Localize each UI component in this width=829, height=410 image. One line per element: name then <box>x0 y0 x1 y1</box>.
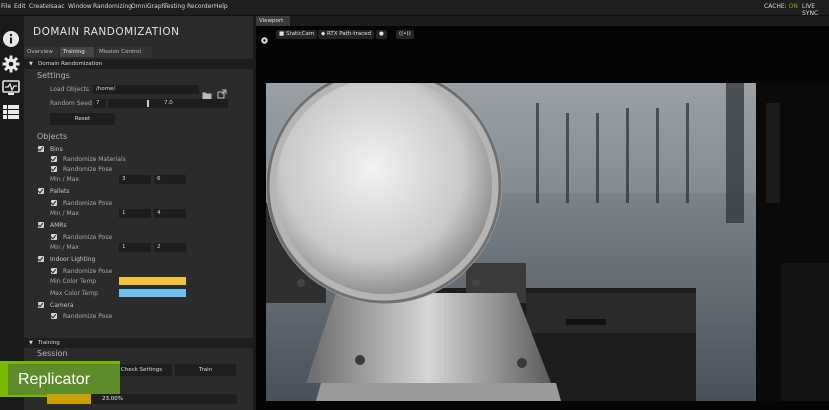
section-training-label: Training <box>38 340 60 346</box>
open-external-icon[interactable] <box>217 84 227 99</box>
render-mode-label: RTX Path-traced <box>326 31 372 37</box>
panel-title: DOMAIN RANDOMIZATION <box>33 26 180 38</box>
camera-randomize-pose-label: Randomize Pose <box>63 313 113 320</box>
camera-randomize-pose-checkbox[interactable] <box>51 313 57 319</box>
bins-randomize-materials-label: Randomize Materials <box>63 156 126 163</box>
random-seed-slider[interactable]: 7.0 <box>108 99 228 108</box>
slider-handle[interactable] <box>147 100 149 107</box>
domain-randomization-panel: DOMAIN RANDOMIZATION Overview Training M… <box>24 16 253 410</box>
bins-randomize-pose-label: Randomize Pose <box>63 166 113 173</box>
amrs-randomize-pose-label: Randomize Pose <box>63 234 113 241</box>
live-sync-button[interactable]: LIVE SYNC <box>802 3 829 17</box>
viewport-tab[interactable]: Viewport <box>256 16 290 26</box>
menu-edit[interactable]: Edit <box>14 3 26 10</box>
menu-help[interactable]: Help <box>214 3 228 10</box>
tab-overview[interactable]: Overview <box>24 47 58 57</box>
train-button[interactable]: Train <box>175 364 236 376</box>
min-color-temp-label: Min Color Temp <box>50 278 97 285</box>
render-mode-icon: ◆ <box>321 31 326 37</box>
menu-create[interactable]: Create <box>29 3 49 10</box>
training-progress-fill <box>47 394 91 404</box>
icon-sidebar <box>0 16 22 410</box>
viewport[interactable]: ■ StaticCam ◆ RTX Path-traced ● ((•)) <box>256 26 829 410</box>
gear-icon[interactable] <box>2 55 20 73</box>
menu-testing[interactable]: Testing <box>164 3 185 10</box>
section-domain-randomization[interactable]: ▼ Domain Randomization <box>24 59 253 69</box>
monitor-icon[interactable] <box>2 79 20 97</box>
cache-state: ON <box>788 3 798 10</box>
bins-minmax-label: Min / Max <box>50 176 79 183</box>
collapse-triangle-icon: ▼ <box>29 340 33 346</box>
tab-mission-control[interactable]: Mission Control <box>96 47 152 57</box>
lighting-randomize-pose-label: Randomize Pose <box>63 268 113 275</box>
menu-file[interactable]: File <box>1 3 11 10</box>
replicator-badge-label: Replicator <box>8 364 120 395</box>
pallets-checkbox[interactable] <box>38 188 44 194</box>
indoor-lighting-label: Indoor Lighting <box>50 256 96 263</box>
section-domain-randomization-label: Domain Randomization <box>38 61 103 67</box>
session-header: Session <box>37 349 68 358</box>
amrs-label: AMRs <box>50 222 67 229</box>
indoor-lighting-checkbox[interactable] <box>38 256 44 262</box>
settings-header: Settings <box>37 71 70 80</box>
camera-select-button[interactable]: ■ StaticCam <box>276 30 318 39</box>
camera-label: Camera <box>50 302 74 309</box>
lighting-randomize-pose-checkbox[interactable] <box>51 268 57 274</box>
menu-isaac[interactable]: Isaac <box>49 3 65 10</box>
random-seed-field[interactable]: 7 <box>93 99 106 108</box>
bins-checkbox[interactable] <box>38 146 44 152</box>
load-objects-path-field[interactable]: /home/ <box>93 85 199 94</box>
panel-tabs: Overview Training Mission Control <box>24 47 253 57</box>
render-mode-button[interactable]: ◆ RTX Path-traced <box>318 30 375 39</box>
cache-status: CACHE: ON <box>764 3 798 10</box>
bins-randomize-materials-checkbox[interactable] <box>51 156 57 162</box>
menu-recorder[interactable]: Recorder <box>187 3 214 10</box>
pallets-min-field[interactable]: 1 <box>119 209 151 218</box>
random-seed-slider-value: 7.0 <box>164 100 173 106</box>
load-objects-label: Load Objects <box>50 86 89 93</box>
amrs-max-field[interactable]: 2 <box>154 243 186 252</box>
info-icon[interactable] <box>2 30 20 48</box>
section-training[interactable]: ▼ Training <box>24 338 253 348</box>
reset-button[interactable]: Reset <box>50 113 115 125</box>
pallets-max-field[interactable]: 4 <box>154 209 186 218</box>
amrs-checkbox[interactable] <box>38 222 44 228</box>
camera-checkbox[interactable] <box>38 302 44 308</box>
amrs-minmax-label: Min / Max <box>50 244 79 251</box>
min-color-temp-swatch[interactable] <box>119 277 186 285</box>
folder-icon[interactable] <box>202 85 212 100</box>
grid-icon[interactable] <box>2 103 20 121</box>
bins-min-field[interactable]: 3 <box>119 175 151 184</box>
max-color-temp-label: Max Color Temp <box>50 290 98 297</box>
amrs-min-field[interactable]: 1 <box>119 243 151 252</box>
menu-bar: File Edit Create Isaac Window Randomizin… <box>0 0 829 17</box>
menu-window[interactable]: Window <box>68 3 92 10</box>
visibility-eye-icon[interactable]: ● <box>376 30 387 39</box>
pallets-minmax-label: Min / Max <box>50 210 79 217</box>
cache-label: CACHE: <box>764 3 787 10</box>
max-color-temp-swatch[interactable] <box>119 289 186 297</box>
bins-label: Bins <box>50 146 63 153</box>
bins-randomize-pose-checkbox[interactable] <box>51 166 57 172</box>
scene-render <box>266 83 829 401</box>
pallets-randomize-pose-label: Randomize Pose <box>63 200 113 207</box>
pallets-randomize-pose-checkbox[interactable] <box>51 200 57 206</box>
collapse-triangle-icon: ▼ <box>29 61 33 67</box>
training-progress-bar: 23.00% <box>47 394 237 404</box>
viewport-settings-icon[interactable] <box>260 30 269 44</box>
training-progress-text: 23.00% <box>102 396 123 402</box>
check-settings-button[interactable]: Check Settings <box>111 364 172 376</box>
amrs-randomize-pose-checkbox[interactable] <box>51 234 57 240</box>
camera-icon: ■ <box>279 31 285 37</box>
broadcast-icon[interactable]: ((•)) <box>396 30 414 39</box>
tab-training[interactable]: Training <box>60 47 94 57</box>
replicator-badge: Replicator <box>0 361 120 397</box>
random-seed-label: Random Seed <box>50 100 92 107</box>
menu-randomizing[interactable]: Randomizing <box>93 3 132 10</box>
pallets-label: Pallets <box>50 188 70 195</box>
objects-header: Objects <box>37 132 68 141</box>
bins-max-field[interactable]: 6 <box>154 175 186 184</box>
camera-select-label: StaticCam <box>285 31 315 37</box>
menu-omnigraph[interactable]: OmniGraph <box>131 3 165 10</box>
